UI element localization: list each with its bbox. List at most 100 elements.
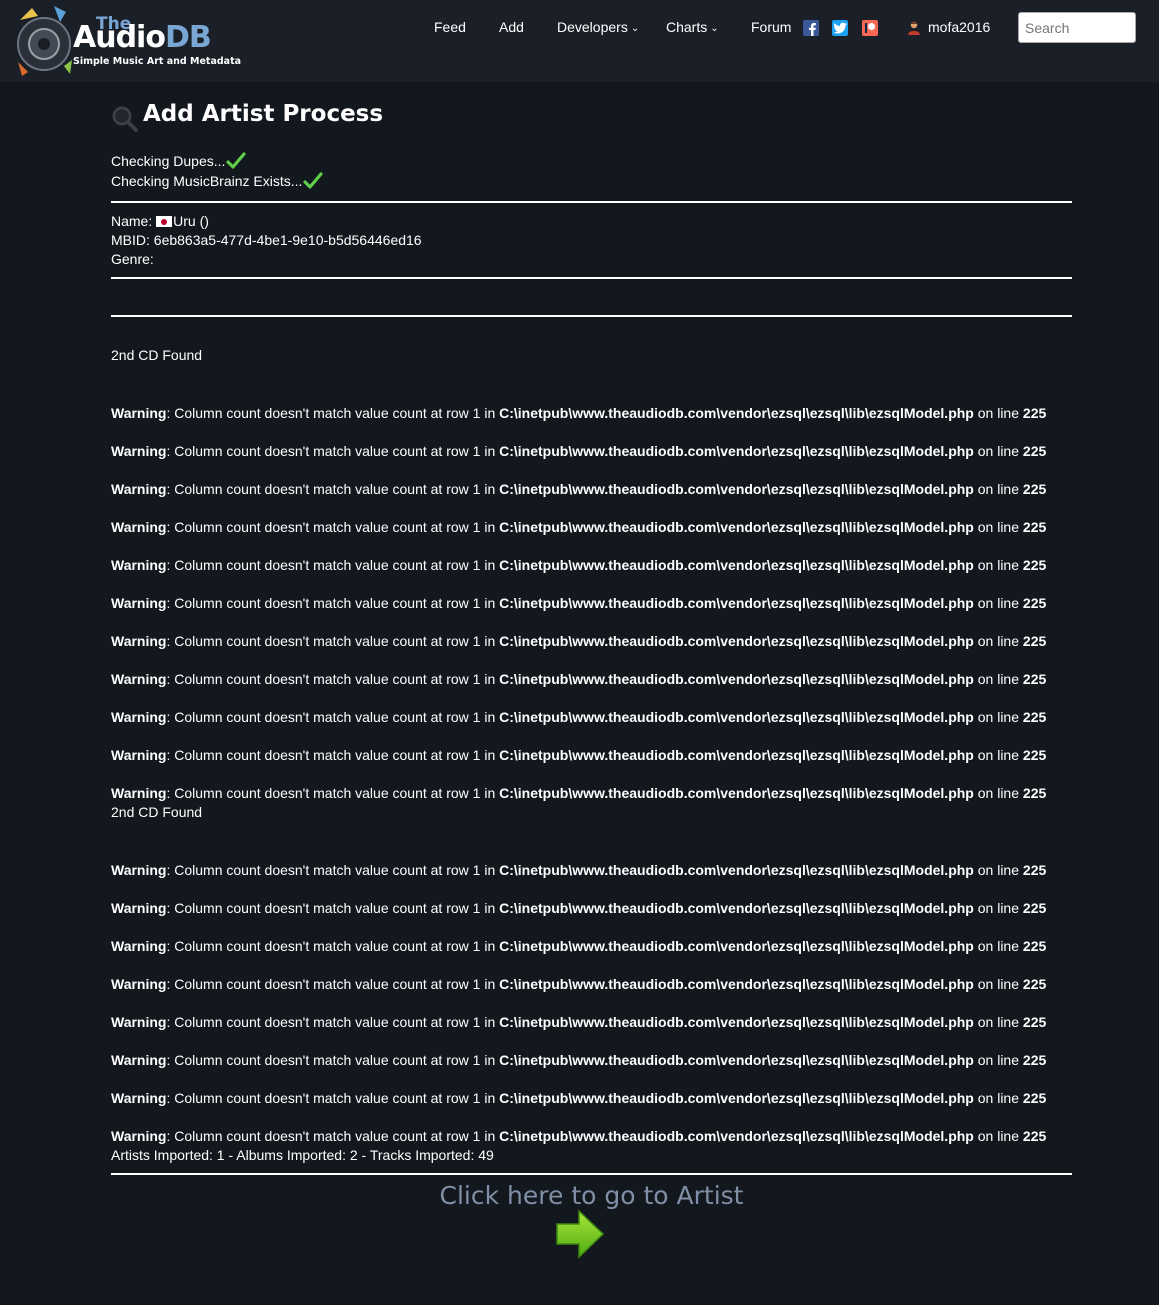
warning-line-number: 225 <box>1022 443 1047 459</box>
warning-label: Warning <box>111 595 167 611</box>
artist-name-label: Name: <box>111 213 153 229</box>
warning-line-number: 225 <box>1022 405 1047 421</box>
logo-db-text: DB <box>164 20 212 55</box>
warning-message: : Column count doesn't match value count… <box>166 443 500 459</box>
warning-label: Warning <box>111 443 167 459</box>
warning-on-line: on line <box>973 557 1023 573</box>
warning-message: : Column count doesn't match value count… <box>166 785 500 801</box>
divider <box>111 277 1072 279</box>
warning-message: : Column count doesn't match value count… <box>166 1014 500 1030</box>
checkmark-icon <box>226 152 247 169</box>
warning-file-path: C:\inetpub\www.theaudiodb.com\vendor\ezs… <box>499 900 974 916</box>
artist-name-value: Uru () <box>173 213 209 229</box>
artist-mbid-line: MBID: 6eb863a5-477d-4be1-9e10-b5d56446ed… <box>111 232 422 248</box>
warning-on-line: on line <box>973 595 1023 611</box>
site-logo[interactable]: The AudioDB Simple Music Art and Metadat… <box>14 2 241 80</box>
warning-message: : Column count doesn't match value count… <box>166 1090 500 1106</box>
nav-developers-label: Developers <box>557 19 628 35</box>
artist-mbid-label: MBID: <box>111 232 150 248</box>
warning-label: Warning <box>111 976 167 992</box>
nav-add[interactable]: Add <box>499 19 524 35</box>
warning-on-line: on line <box>973 938 1023 954</box>
warning-line-number: 225 <box>1022 633 1047 649</box>
warning-message: : Column count doesn't match value count… <box>166 862 500 878</box>
warning-line-number: 225 <box>1022 900 1047 916</box>
warning-line-number: 225 <box>1022 785 1047 801</box>
user-icon <box>908 21 920 35</box>
warning-file-path: C:\inetpub\www.theaudiodb.com\vendor\ezs… <box>499 862 974 878</box>
chevron-down-icon: ⌄ <box>710 23 719 34</box>
warning-label: Warning <box>111 671 167 687</box>
php-warning-line: Warning: Column count doesn't match valu… <box>111 481 1046 497</box>
warning-message: : Column count doesn't match value count… <box>166 747 500 763</box>
warning-on-line: on line <box>973 976 1023 992</box>
php-warning-line: Warning: Column count doesn't match valu… <box>111 443 1046 459</box>
warning-label: Warning <box>111 709 167 725</box>
cd-found-notice: 2nd CD Found <box>111 804 203 820</box>
warning-line-number: 225 <box>1022 481 1047 497</box>
warning-on-line: on line <box>973 709 1023 725</box>
warning-on-line: on line <box>973 671 1023 687</box>
warning-on-line: on line <box>973 1052 1023 1068</box>
php-warning-line: Warning: Column count doesn't match valu… <box>111 976 1046 992</box>
checkmark-icon <box>303 172 324 189</box>
warning-label: Warning <box>111 1014 167 1030</box>
warning-line-number: 225 <box>1022 1052 1047 1068</box>
user-profile-link[interactable]: mofa2016 <box>928 19 990 35</box>
php-warning-line: Warning: Column count doesn't match valu… <box>111 938 1046 954</box>
warning-label: Warning <box>111 557 167 573</box>
twitter-icon[interactable] <box>832 20 848 36</box>
warning-label: Warning <box>111 938 167 954</box>
divider <box>111 201 1072 203</box>
warning-message: : Column count doesn't match value count… <box>166 900 500 916</box>
warning-file-path: C:\inetpub\www.theaudiodb.com\vendor\ezs… <box>499 519 974 535</box>
warning-line-number: 225 <box>1022 1090 1047 1106</box>
warning-file-path: C:\inetpub\www.theaudiodb.com\vendor\ezs… <box>499 976 974 992</box>
facebook-icon[interactable] <box>803 20 819 36</box>
php-warning-line: Warning: Column count doesn't match valu… <box>111 519 1046 535</box>
nav-forum[interactable]: Forum <box>751 19 791 35</box>
warning-file-path: C:\inetpub\www.theaudiodb.com\vendor\ezs… <box>499 443 974 459</box>
warning-message: : Column count doesn't match value count… <box>166 557 500 573</box>
warning-label: Warning <box>111 1052 167 1068</box>
warning-file-path: C:\inetpub\www.theaudiodb.com\vendor\ezs… <box>499 1090 974 1106</box>
warning-file-path: C:\inetpub\www.theaudiodb.com\vendor\ezs… <box>499 785 974 801</box>
warning-message: : Column count doesn't match value count… <box>166 976 500 992</box>
check-dupes-line: Checking Dupes... <box>111 151 247 171</box>
right-arrow-icon[interactable] <box>555 1208 605 1260</box>
warning-message: : Column count doesn't match value count… <box>166 481 500 497</box>
php-warning-line: Warning: Column count doesn't match valu… <box>111 1090 1046 1106</box>
warning-on-line: on line <box>973 519 1023 535</box>
warning-message: : Column count doesn't match value count… <box>166 709 500 725</box>
nav-charts-dropdown[interactable]: Charts ⌄ <box>666 19 719 35</box>
warning-file-path: C:\inetpub\www.theaudiodb.com\vendor\ezs… <box>499 747 974 763</box>
divider <box>111 1173 1072 1175</box>
php-warning-line: Warning: Column count doesn't match valu… <box>111 557 1046 573</box>
logo-tagline: Simple Music Art and Metadata <box>73 56 242 67</box>
search-input[interactable] <box>1018 12 1136 43</box>
warning-on-line: on line <box>973 862 1023 878</box>
warning-file-path: C:\inetpub\www.theaudiodb.com\vendor\ezs… <box>499 709 974 725</box>
php-warning-line: Warning: Column count doesn't match valu… <box>111 862 1046 878</box>
warning-message: : Column count doesn't match value count… <box>166 405 500 421</box>
nav-feed[interactable]: Feed <box>434 19 466 35</box>
warning-file-path: C:\inetpub\www.theaudiodb.com\vendor\ezs… <box>499 1128 974 1144</box>
go-to-artist-link[interactable]: Click here to go to Artist <box>111 1181 1072 1210</box>
warning-file-path: C:\inetpub\www.theaudiodb.com\vendor\ezs… <box>499 405 974 421</box>
php-warning-line: Warning: Column count doesn't match valu… <box>111 671 1046 687</box>
warning-on-line: on line <box>973 1014 1023 1030</box>
nav-developers-dropdown[interactable]: Developers ⌄ <box>557 19 639 35</box>
check-dupes-text: Checking Dupes... <box>111 153 226 169</box>
warning-label: Warning <box>111 1090 167 1106</box>
divider <box>111 315 1072 317</box>
warning-on-line: on line <box>973 900 1023 916</box>
patreon-icon[interactable] <box>862 20 878 36</box>
cd-found-notice: 2nd CD Found <box>111 347 203 363</box>
warning-label: Warning <box>111 862 167 878</box>
warning-file-path: C:\inetpub\www.theaudiodb.com\vendor\ezs… <box>499 481 974 497</box>
warning-message: : Column count doesn't match value count… <box>166 1128 500 1144</box>
warning-message: : Column count doesn't match value count… <box>166 671 500 687</box>
warning-line-number: 225 <box>1022 595 1047 611</box>
page-title: Add Artist Process <box>143 101 384 127</box>
php-warning-line: Warning: Column count doesn't match valu… <box>111 595 1046 611</box>
